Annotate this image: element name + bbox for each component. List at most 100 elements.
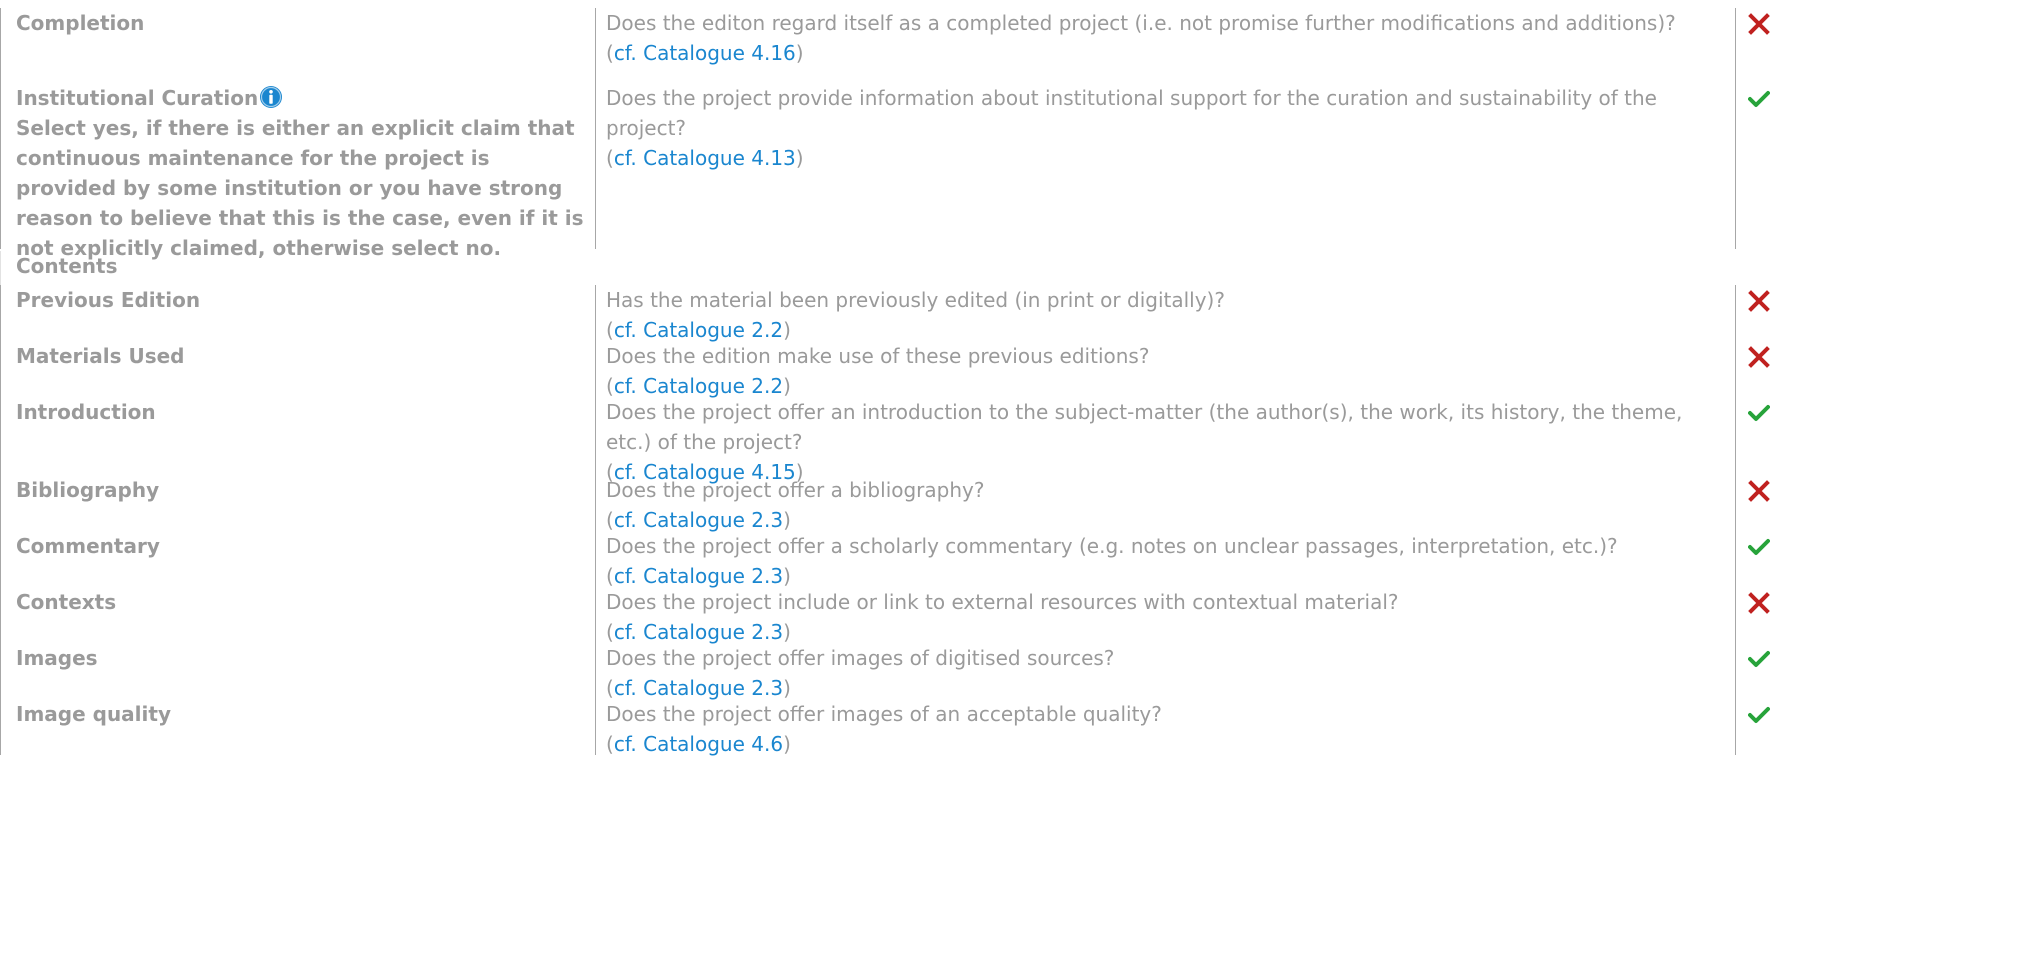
- cross-icon: [1748, 290, 1770, 312]
- criterion-row: Completion Does the editon regard itself …: [0, 8, 2015, 83]
- criterion-rationale: Select yes, if there is either an explic…: [16, 116, 584, 260]
- criterion-row: Commentary Does the project offer a schol…: [0, 531, 2015, 588]
- criterion-question: Does the editon regard itself as a compl…: [606, 11, 1676, 35]
- reference-close-paren: ): [783, 564, 791, 588]
- section-header-row: Contents: [0, 251, 2015, 285]
- criterion-label-cell: Bibliography: [0, 475, 595, 531]
- reference-close-paren: ): [795, 146, 804, 170]
- catalogue-reference: (cf. Catalogue 4.6): [606, 729, 1723, 759]
- criterion-label-cell: Images: [0, 643, 595, 699]
- criterion-question-cell: Does the project include or link to exte…: [595, 587, 1735, 644]
- section-cell: Contents: [0, 251, 2015, 285]
- criterion-label: Images: [16, 646, 98, 670]
- catalogue-link[interactable]: cf. Catalogue 2.3: [614, 620, 783, 644]
- criterion-label: Contexts: [16, 590, 117, 614]
- section-title: Contents: [16, 254, 118, 278]
- criterion-row: Previous Edition Has the material been pr…: [0, 285, 2015, 342]
- criterion-question: Does the project include or link to exte…: [606, 590, 1399, 614]
- info-icon[interactable]: [259, 85, 283, 109]
- criterion-question: Does the edition make use of these previ…: [606, 344, 1150, 368]
- criterion-question-cell: Does the project offer an introduction t…: [595, 397, 1735, 484]
- criterion-question-cell: Does the project offer images of digitis…: [595, 643, 1735, 700]
- criterion-status-cell: [1735, 699, 2015, 755]
- catalogue-reference: (cf. Catalogue 4.13): [606, 143, 1723, 173]
- check-icon: [1748, 648, 1770, 670]
- cross-icon: [1748, 592, 1770, 614]
- criterion-label: Completion: [16, 11, 145, 35]
- criterion-label-cell: Institutional Curation Select yes, if the…: [0, 83, 595, 260]
- criterion-status-cell: [1735, 397, 2015, 475]
- criterion-label: Bibliography: [16, 478, 160, 502]
- criterion-question-cell: Does the project offer images of an acce…: [595, 699, 1735, 756]
- criterion-label: Previous Edition: [16, 288, 201, 312]
- criterion-status-cell: [1735, 8, 2015, 83]
- criterion-question-cell: Has the material been previously edited …: [595, 285, 1735, 342]
- reference-open-paren: (: [606, 508, 614, 532]
- criterion-question: Does the project offer images of digitis…: [606, 646, 1115, 670]
- criterion-question-cell: Does the project offer a scholarly comme…: [595, 531, 1735, 588]
- reference-open-paren: (: [606, 318, 614, 342]
- reference-open-paren: (: [606, 374, 614, 398]
- criterion-label: Introduction: [16, 400, 156, 424]
- criterion-row: Institutional Curation Select yes, if the…: [0, 83, 2015, 260]
- cross-icon: [1748, 13, 1770, 35]
- check-icon: [1748, 536, 1770, 558]
- reference-close-paren: ): [795, 41, 804, 65]
- reference-open-paren: (: [606, 41, 614, 65]
- reference-open-paren: (: [606, 620, 614, 644]
- reference-close-paren: ): [783, 508, 791, 532]
- catalogue-link[interactable]: cf. Catalogue 4.16: [614, 41, 796, 65]
- catalogue-link[interactable]: cf. Catalogue 2.3: [614, 508, 783, 532]
- criterion-row: Materials Used Does the edition make use …: [0, 341, 2015, 398]
- criterion-status-cell: [1735, 341, 2015, 397]
- criterion-question: Does the project offer a scholarly comme…: [606, 534, 1618, 558]
- reference-close-paren: ): [783, 676, 791, 700]
- criterion-row: Introduction Does the project offer an in…: [0, 397, 2015, 484]
- reference-open-paren: (: [606, 564, 614, 588]
- check-icon: [1748, 402, 1770, 424]
- criterion-question: Does the project provide information abo…: [606, 86, 1657, 140]
- criterion-label-cell: Completion: [0, 8, 595, 83]
- catalogue-link[interactable]: cf. Catalogue 4.13: [614, 146, 796, 170]
- criterion-status-cell: [1735, 285, 2015, 341]
- catalogue-link[interactable]: cf. Catalogue 2.3: [614, 676, 783, 700]
- check-icon: [1748, 704, 1770, 726]
- criterion-label-cell: Image quality: [0, 699, 595, 755]
- criterion-status-cell: [1735, 83, 2015, 249]
- criterion-question-cell: Does the project offer a bibliography? (c…: [595, 475, 1735, 532]
- criterion-status-cell: [1735, 587, 2015, 643]
- criterion-label: Image quality: [16, 702, 171, 726]
- reference-close-paren: ): [783, 318, 791, 342]
- criterion-label-cell: Introduction: [0, 397, 595, 475]
- criterion-status-cell: [1735, 475, 2015, 531]
- criterion-row: Images Does the project offer images of d…: [0, 643, 2015, 700]
- reference-close-paren: ): [783, 374, 791, 398]
- criterion-label-cell: Previous Edition: [0, 285, 595, 341]
- criterion-label: Materials Used: [16, 344, 185, 368]
- criterion-question-cell: Does the edition make use of these previ…: [595, 341, 1735, 398]
- criterion-label: Institutional Curation: [16, 86, 259, 110]
- criterion-label: Commentary: [16, 534, 160, 558]
- criterion-row: Image quality Does the project offer imag…: [0, 699, 2015, 756]
- criterion-status-cell: [1735, 531, 2015, 587]
- criterion-question: Does the project offer an introduction t…: [606, 400, 1683, 454]
- criterion-question: Does the project offer a bibliography?: [606, 478, 985, 502]
- reference-open-paren: (: [606, 146, 614, 170]
- catalogue-reference: (cf. Catalogue 4.16): [606, 38, 1723, 68]
- reference-close-paren: ): [783, 732, 791, 756]
- catalogue-link[interactable]: cf. Catalogue 2.3: [614, 564, 783, 588]
- cross-icon: [1748, 346, 1770, 368]
- criterion-label-cell: Commentary: [0, 531, 595, 587]
- catalogue-link[interactable]: cf. Catalogue 4.6: [614, 732, 783, 756]
- criterion-question-cell: Does the editon regard itself as a compl…: [595, 8, 1735, 83]
- reference-open-paren: (: [606, 732, 614, 756]
- criterion-label-cell: Materials Used: [0, 341, 595, 397]
- catalogue-link[interactable]: cf. Catalogue 2.2: [614, 374, 783, 398]
- criterion-row: Contexts Does the project include or link…: [0, 587, 2015, 644]
- reference-open-paren: (: [606, 676, 614, 700]
- criterion-question: Does the project offer images of an acce…: [606, 702, 1162, 726]
- catalogue-link[interactable]: cf. Catalogue 2.2: [614, 318, 783, 342]
- check-icon: [1748, 88, 1770, 110]
- cross-icon: [1748, 480, 1770, 502]
- reference-close-paren: ): [783, 620, 791, 644]
